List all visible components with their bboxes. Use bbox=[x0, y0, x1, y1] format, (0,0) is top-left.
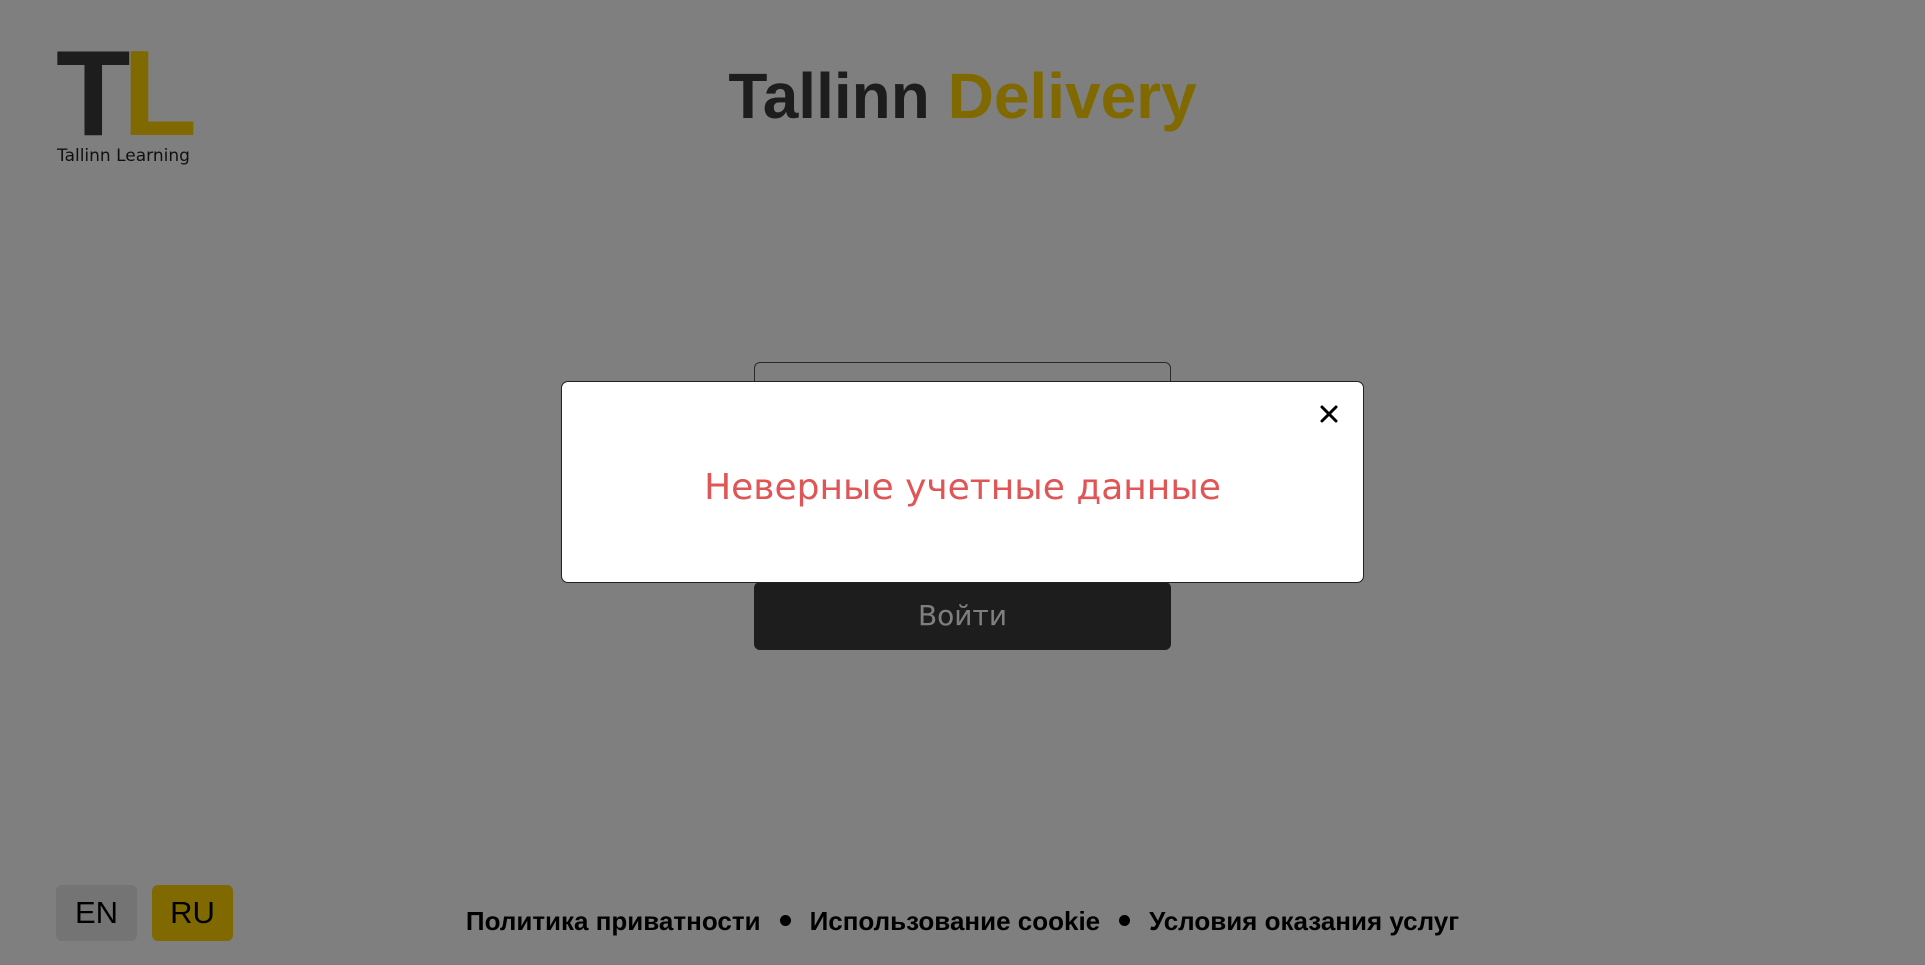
error-message: Неверные учетные данные bbox=[704, 467, 1221, 508]
close-icon[interactable] bbox=[1315, 400, 1343, 428]
modal-overlay[interactable]: Неверные учетные данные bbox=[0, 0, 1925, 965]
error-modal: Неверные учетные данные bbox=[561, 381, 1364, 583]
